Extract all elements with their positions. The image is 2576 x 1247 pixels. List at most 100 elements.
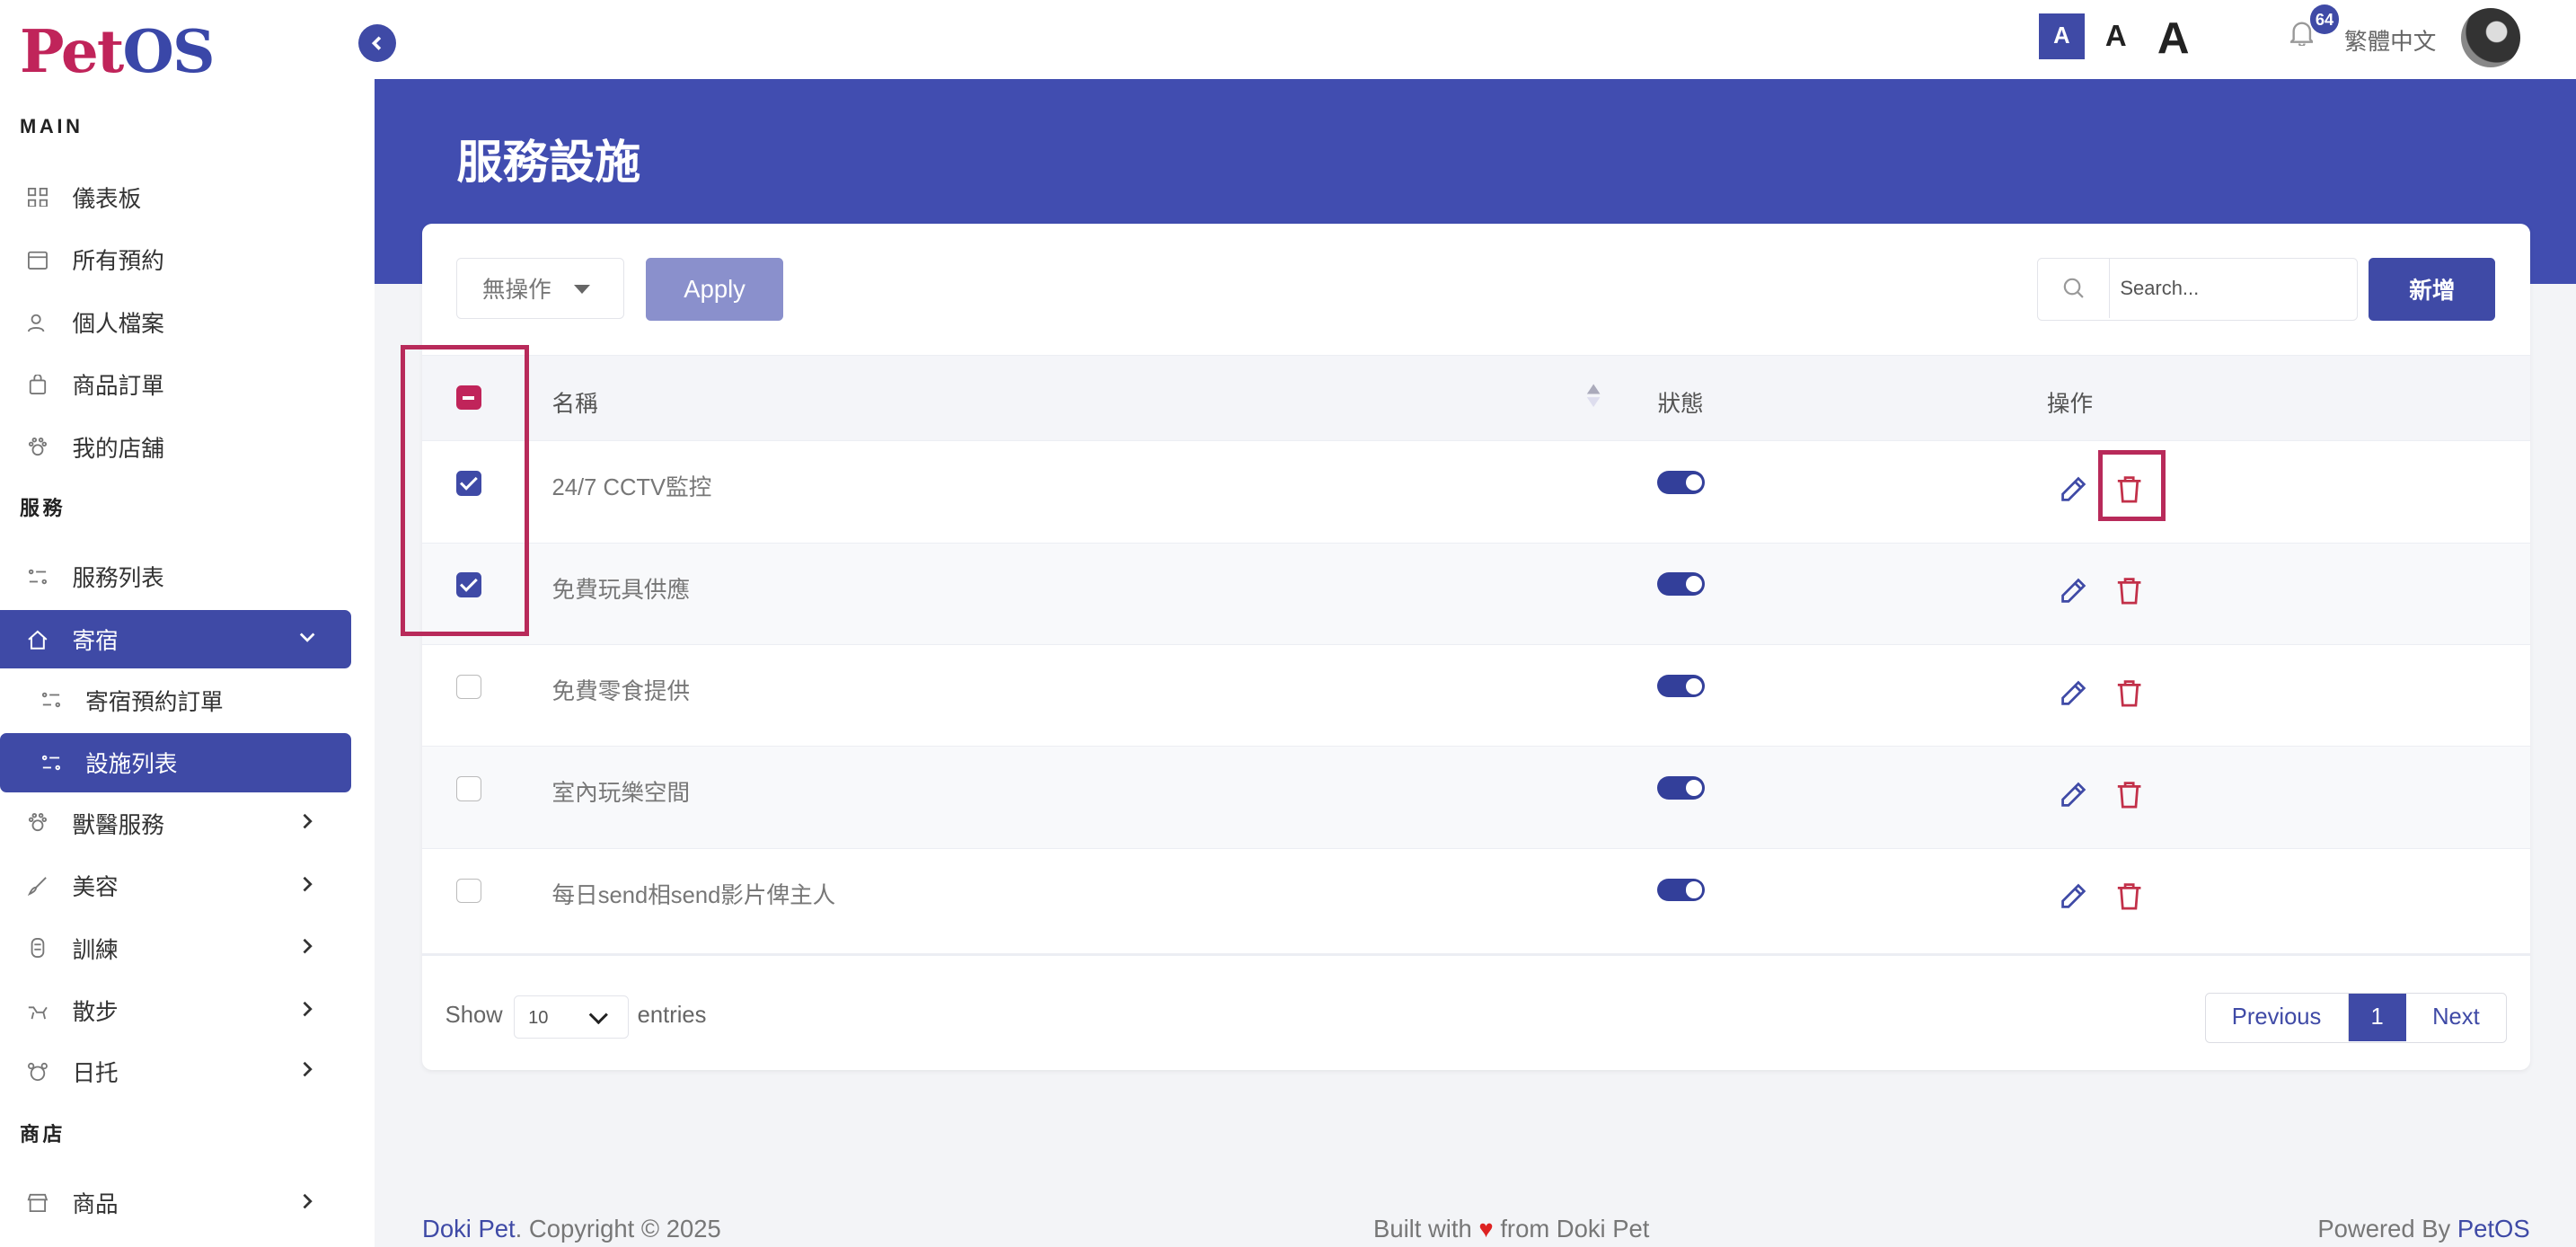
chevron-left-icon bbox=[371, 36, 381, 51]
page-1-button[interactable]: 1 bbox=[2348, 993, 2406, 1041]
font-size-large-button[interactable]: A bbox=[2148, 13, 2198, 63]
sidebar-item-label: 商品訂單 bbox=[72, 374, 164, 400]
facility-name: 免費玩具供應 bbox=[551, 577, 691, 603]
previous-page-button[interactable]: Previous bbox=[2206, 993, 2349, 1041]
powered-prefix: Powered By bbox=[2317, 1214, 2451, 1243]
sidebar-item-label: 儀表板 bbox=[72, 186, 142, 212]
sidebar-item-facility-list[interactable]: 設施列表 bbox=[0, 732, 352, 792]
footer-brand-link[interactable]: Doki Pet bbox=[422, 1215, 516, 1243]
page-title: 服務設施 bbox=[456, 137, 641, 188]
footer-powered-by: Powered By PetOS bbox=[2317, 1215, 2529, 1243]
sidebar-item-service-list[interactable]: 服務列表 bbox=[0, 547, 351, 606]
paw-icon bbox=[26, 436, 49, 459]
status-toggle[interactable] bbox=[1657, 674, 1706, 698]
footer-copyright-text: . Copyright © 2025 bbox=[515, 1214, 721, 1243]
home-icon bbox=[26, 628, 49, 651]
sidebar-item-dashboard[interactable]: 儀表板 bbox=[0, 168, 351, 227]
status-toggle[interactable] bbox=[1657, 471, 1706, 494]
bulk-action-select[interactable]: 無操作 bbox=[456, 258, 624, 319]
delete-button-highlight bbox=[2097, 450, 2166, 521]
page-size-select[interactable]: 10 bbox=[514, 995, 630, 1039]
bulk-action-value: 無操作 bbox=[481, 278, 551, 304]
avatar[interactable] bbox=[2460, 8, 2520, 67]
status-toggle[interactable] bbox=[1657, 878, 1706, 902]
petos-logo[interactable]: PetOS bbox=[20, 16, 216, 86]
sidebar-item-profile[interactable]: 個人檔案 bbox=[0, 293, 351, 352]
sidebar-item-products[interactable]: 商品 bbox=[0, 1173, 351, 1233]
apply-button[interactable]: Apply bbox=[645, 258, 784, 321]
sidebar-item-label: 寄宿 bbox=[72, 628, 119, 654]
status-toggle[interactable] bbox=[1657, 572, 1706, 597]
facility-name: 室內玩樂空間 bbox=[551, 781, 691, 807]
table-row: 每日send相send影片俾主人 bbox=[422, 847, 2530, 950]
user-icon bbox=[26, 311, 49, 334]
add-button[interactable]: 新增 bbox=[2369, 258, 2496, 321]
sidebar-item-product-orders[interactable]: 商品訂單 bbox=[0, 355, 351, 414]
edit-icon[interactable] bbox=[2059, 881, 2088, 911]
section-shop-label: 商店 bbox=[19, 1122, 66, 1145]
sidebar-item-label: 我的店舖 bbox=[72, 436, 164, 462]
font-size-small-button[interactable]: A bbox=[2038, 13, 2085, 59]
pagination: Previous 1 Next bbox=[2204, 992, 2508, 1044]
edit-icon[interactable] bbox=[2059, 678, 2088, 708]
trash-icon[interactable] bbox=[2116, 780, 2142, 809]
sidebar-item-all-bookings[interactable]: 所有預約 bbox=[0, 230, 351, 289]
sidebar-item-label: 服務列表 bbox=[72, 566, 164, 592]
row-checkbox[interactable] bbox=[456, 674, 481, 700]
sort-icon[interactable] bbox=[1585, 379, 1601, 412]
row-checkbox[interactable] bbox=[456, 878, 481, 904]
row-checkbox[interactable] bbox=[456, 776, 481, 801]
language-selector[interactable]: 繁體中文 bbox=[2344, 23, 2436, 57]
sidebar-item-training[interactable]: 訓練 bbox=[0, 918, 351, 977]
edit-icon[interactable] bbox=[2059, 474, 2088, 504]
edit-icon[interactable] bbox=[2059, 576, 2088, 606]
calendar-icon bbox=[26, 248, 49, 271]
status-toggle[interactable] bbox=[1657, 776, 1706, 800]
sidebar-item-label: 所有預約 bbox=[72, 249, 164, 275]
built-prefix: Built with bbox=[1373, 1214, 1472, 1243]
sidebar-collapse-button[interactable] bbox=[357, 24, 396, 63]
next-page-button[interactable]: Next bbox=[2406, 994, 2507, 1041]
sidebar-item-label: 散步 bbox=[72, 1000, 119, 1026]
search-box[interactable]: Search... bbox=[2036, 258, 2358, 321]
sidebar-item-my-shop[interactable]: 我的店舖 bbox=[0, 418, 351, 477]
sidebar-item-label: 獸醫服務 bbox=[72, 812, 164, 838]
sidebar-item-walking[interactable]: 散步 bbox=[0, 981, 351, 1040]
chevron-right-icon bbox=[299, 811, 315, 835]
sidebar-item-boarding[interactable]: 寄宿 bbox=[0, 609, 352, 669]
sidebar-item-vet-services[interactable]: 獸醫服務 bbox=[0, 793, 351, 853]
search-input[interactable]: Search... bbox=[2120, 277, 2199, 300]
sidebar-item-grooming[interactable]: 美容 bbox=[0, 856, 351, 915]
chevron-right-icon bbox=[299, 874, 315, 898]
sidebar-item-label: 日托 bbox=[72, 1061, 119, 1086]
facility-name: 免費零食提供 bbox=[551, 679, 691, 705]
facility-name: 每日send相send影片俾主人 bbox=[551, 882, 836, 908]
heart-icon: ♥ bbox=[1478, 1214, 1494, 1243]
column-header-name[interactable]: 名稱 bbox=[552, 385, 598, 419]
list-icon bbox=[40, 688, 63, 712]
trash-icon[interactable] bbox=[2116, 881, 2142, 911]
table-row: 24/7 CCTV監控 bbox=[422, 440, 2530, 542]
chevron-right-icon bbox=[299, 1191, 315, 1215]
sidebar-item-daycare[interactable]: 日托 bbox=[0, 1042, 351, 1101]
training-icon bbox=[26, 937, 49, 960]
daycare-icon bbox=[26, 1060, 49, 1083]
footer-copyright: Doki Pet. Copyright © 2025 bbox=[422, 1215, 721, 1243]
powered-brand-link[interactable]: PetOS bbox=[2457, 1215, 2530, 1243]
paw-icon bbox=[26, 812, 49, 836]
trash-icon[interactable] bbox=[2116, 576, 2142, 606]
sidebar-item-label: 美容 bbox=[72, 875, 119, 901]
facility-name: 24/7 CCTV監控 bbox=[551, 475, 712, 501]
chevron-right-icon bbox=[299, 936, 315, 960]
edit-icon[interactable] bbox=[2059, 780, 2088, 809]
sidebar-item-label: 個人檔案 bbox=[72, 311, 164, 337]
table-header: 名稱 狀態 操作 bbox=[422, 355, 2530, 441]
table-footer-divider bbox=[422, 952, 2530, 956]
sidebar-item-boarding-orders[interactable]: 寄宿預約訂單 bbox=[0, 670, 351, 730]
font-size-medium-button[interactable]: A bbox=[2098, 13, 2134, 59]
checkbox-column-highlight bbox=[401, 345, 529, 636]
built-suffix: from Doki Pet bbox=[1500, 1214, 1650, 1243]
trash-icon[interactable] bbox=[2116, 678, 2142, 708]
search-icon bbox=[2038, 259, 2111, 318]
sidebar: PetOS MAIN 儀表板 所有預約 個人檔案 商品訂單 我的店舖 服務 服務… bbox=[0, 0, 375, 1247]
